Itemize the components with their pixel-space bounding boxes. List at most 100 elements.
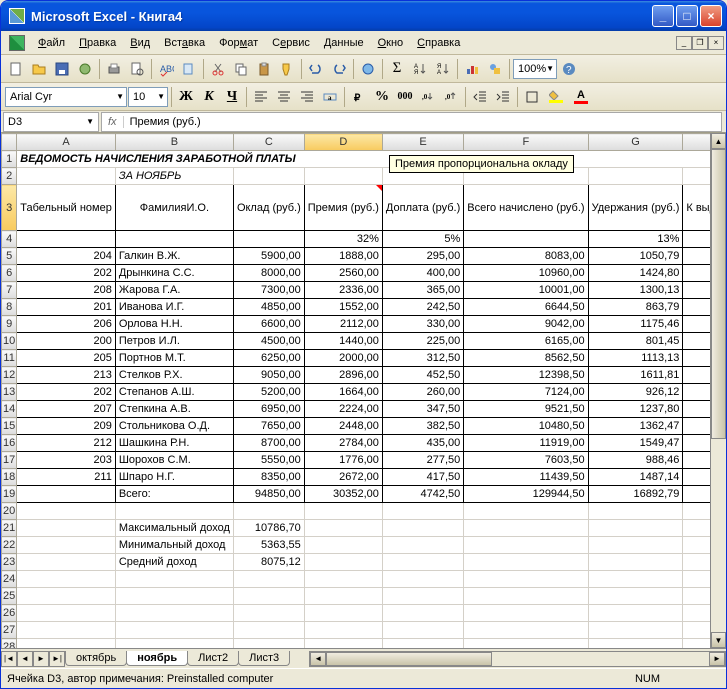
permission-button[interactable] [74,58,96,80]
cell-deduction[interactable]: 1487,14 [588,469,683,486]
header-bonus[interactable]: Премия (руб.) [304,185,382,231]
cell-total[interactable]: 10480,50 [464,418,588,435]
cell-addition[interactable]: 435,00 [382,435,463,452]
spreadsheet-grid[interactable]: ABCDEFGH1ВЕДОМОСТЬ НАЧИСЛЕНИЯ ЗАРАБОТНОЙ… [1,133,726,648]
cell-name[interactable]: Степкина А.В. [115,401,233,418]
cell-deduction[interactable]: 1050,79 [588,248,683,265]
percent-addition[interactable]: 5% [382,231,463,248]
zoom-combo[interactable]: 100%▼ [513,59,557,79]
drawing-button[interactable] [484,58,506,80]
menu-help[interactable]: Справка [410,34,467,52]
cell-name[interactable]: Степанов А.Ш. [115,384,233,401]
decrease-indent-button[interactable] [469,86,491,108]
row-header-21[interactable]: 21 [2,520,17,537]
cell-addition[interactable]: 295,00 [382,248,463,265]
row-header-13[interactable]: 13 [2,384,17,401]
open-button[interactable] [28,58,50,80]
cell-tabnum[interactable]: 213 [17,367,116,384]
hyperlink-button[interactable] [357,58,379,80]
cell-total[interactable]: 10001,00 [464,282,588,299]
vertical-scrollbar[interactable]: ▲ ▼ [710,133,726,648]
cell-total[interactable]: 7124,00 [464,384,588,401]
row-header-26[interactable]: 26 [2,605,17,622]
title-bar[interactable]: Microsoft Excel - Книга4 _ □ × [1,1,726,31]
research-button[interactable] [178,58,200,80]
row-header-15[interactable]: 15 [2,418,17,435]
cell-bonus[interactable]: 1664,00 [304,384,382,401]
tab-prev-button[interactable]: ◄ [17,651,33,667]
menu-format[interactable]: Формат [212,34,265,52]
spelling-button[interactable]: ABC [155,58,177,80]
cell-total[interactable]: 8562,50 [464,350,588,367]
format-painter-button[interactable] [276,58,298,80]
cut-button[interactable] [207,58,229,80]
title-cell[interactable]: ВЕДОМОСТЬ НАЧИСЛЕНИЯ ЗАРАБОТНОЙ ПЛАТЫ [17,151,726,168]
cell-addition[interactable]: 400,00 [382,265,463,282]
max-label[interactable]: Максимальный доход [115,520,233,537]
cell-name[interactable]: Шпаро Н.Г. [115,469,233,486]
col-header-E[interactable]: E [382,134,463,151]
cell-tabnum[interactable]: 208 [17,282,116,299]
print-preview-button[interactable] [126,58,148,80]
cell-bonus[interactable]: 2224,00 [304,401,382,418]
menu-data[interactable]: Данные [317,34,371,52]
cell-addition[interactable]: 330,00 [382,316,463,333]
cell-bonus[interactable]: 1440,00 [304,333,382,350]
cell-tabnum[interactable]: 212 [17,435,116,452]
row-header-25[interactable]: 25 [2,588,17,605]
autosum-button[interactable]: Σ [386,58,408,80]
scroll-left-button[interactable]: ◄ [310,652,326,666]
vscroll-thumb[interactable] [711,149,726,439]
cell-bonus[interactable]: 2448,00 [304,418,382,435]
cell-salary[interactable]: 9050,00 [233,367,304,384]
name-box[interactable]: D3▼ [3,112,99,132]
cell-deduction[interactable]: 801,45 [588,333,683,350]
currency-button[interactable]: ₽ [348,86,370,108]
cell-deduction[interactable]: 1362,47 [588,418,683,435]
cell-total[interactable]: 9521,50 [464,401,588,418]
cell-name[interactable]: Портнов М.Т. [115,350,233,367]
cell-tabnum[interactable]: 200 [17,333,116,350]
fill-color-button[interactable] [544,86,568,108]
minimize-button[interactable]: _ [652,5,674,27]
cell-salary[interactable]: 6250,00 [233,350,304,367]
col-header-F[interactable]: F [464,134,588,151]
avg-label[interactable]: Средний доход [115,554,233,571]
header-tabnum[interactable]: Табельный номер [17,185,116,231]
paste-button[interactable] [253,58,275,80]
cell-deduction[interactable]: 1300,13 [588,282,683,299]
cell-total[interactable]: 11439,50 [464,469,588,486]
copy-button[interactable] [230,58,252,80]
cell-salary[interactable]: 6600,00 [233,316,304,333]
row-header-7[interactable]: 7 [2,282,17,299]
cell-tabnum[interactable]: 206 [17,316,116,333]
cell-salary[interactable]: 8350,00 [233,469,304,486]
menu-tools[interactable]: Сервис [265,34,317,52]
row-header-24[interactable]: 24 [2,571,17,588]
cell-salary[interactable]: 7650,00 [233,418,304,435]
row-header-4[interactable]: 4 [2,231,17,248]
row-header-8[interactable]: 8 [2,299,17,316]
scroll-right-button[interactable]: ► [709,652,725,666]
decrease-decimal-button[interactable]: ,0 [440,86,462,108]
header-name[interactable]: ФамилияИ.О. [115,185,233,231]
cell-name[interactable]: Стелков Р.Х. [115,367,233,384]
new-button[interactable] [5,58,27,80]
formula-input[interactable]: Премия (руб.) [124,116,207,128]
header-deduction[interactable]: Удержания (руб.) [588,185,683,231]
close-button[interactable]: × [700,5,722,27]
row-header-18[interactable]: 18 [2,469,17,486]
min-label[interactable]: Минимальный доход [115,537,233,554]
sheet-tab-Лист3[interactable]: Лист3 [238,651,290,666]
header-total[interactable]: Всего начислено (руб.) [464,185,588,231]
maximize-button[interactable]: □ [676,5,698,27]
cell-salary[interactable]: 8700,00 [233,435,304,452]
cell-tabnum[interactable]: 201 [17,299,116,316]
mdi-minimize[interactable]: _ [676,36,692,50]
help-button[interactable]: ? [558,58,580,80]
row-header-17[interactable]: 17 [2,452,17,469]
row-header-12[interactable]: 12 [2,367,17,384]
cell-salary[interactable]: 4500,00 [233,333,304,350]
merge-center-button[interactable]: a [319,86,341,108]
sheet-tab-Лист2[interactable]: Лист2 [187,651,239,666]
